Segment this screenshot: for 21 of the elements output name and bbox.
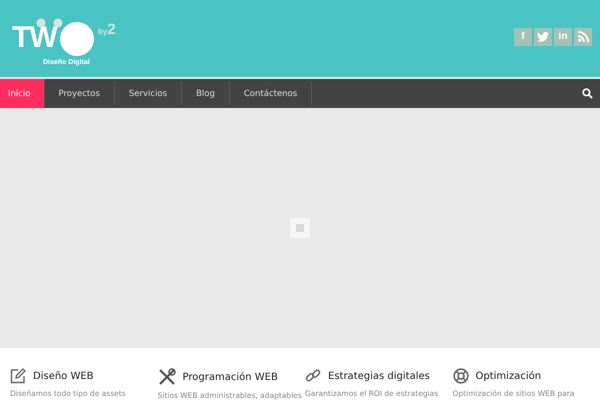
search-icon[interactable] [582,88,593,99]
logo-by-text: by2 [98,20,116,38]
link-icon [305,368,321,384]
figures-icon [36,18,64,28]
feature-title: Programación WEB [182,372,278,382]
rss-button[interactable] [574,28,592,46]
twitter-button[interactable] [534,28,552,46]
feature-title: Estrategias digitales [328,370,430,382]
edit-icon [10,368,26,384]
nav-tab[interactable]: Proyectos [44,82,115,105]
nav-tab[interactable]: Servicios [114,82,182,105]
nav-tab[interactable]: Contáctenos [230,82,312,105]
logo-text: TW [12,22,57,52]
nav-tab[interactable]: Blog [182,82,230,105]
nav-tab[interactable]: Inicio [0,79,44,108]
lifebuoy-icon [452,368,468,384]
feature-title: Diseño WEB [33,370,94,382]
loading-icon [290,218,310,238]
logo-circle-icon [60,22,94,56]
tools-icon [158,368,176,386]
feature-title: Optimización [476,370,542,382]
